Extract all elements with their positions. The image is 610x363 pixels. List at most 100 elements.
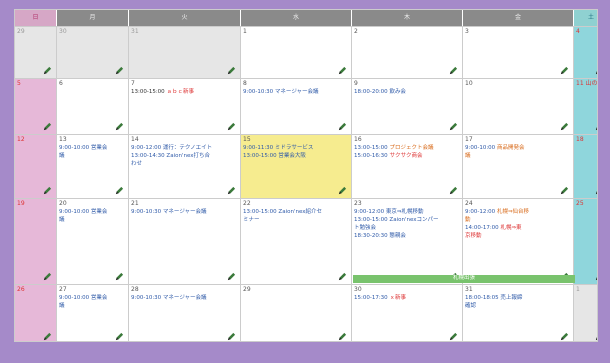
pencil-edit-icon[interactable]: [227, 332, 236, 341]
pencil-edit-icon[interactable]: [338, 122, 347, 131]
day-cell[interactable]: 29: [15, 27, 57, 78]
event-segment: 15:00-17:30: [354, 295, 390, 301]
event-text[interactable]: 13:00-15:00 ａｂｃ新事: [131, 88, 238, 96]
pencil-edit-icon[interactable]: [338, 332, 347, 341]
day-cell[interactable]: 17 9:00-10:00 商品開発会 議: [463, 135, 574, 198]
event-text[interactable]: 13:00-15:00 プロジェクト会議 15:00-16:30 サクサク商会: [354, 144, 460, 160]
pencil-edit-icon[interactable]: [560, 122, 569, 131]
day-cell[interactable]: 8 9:00-10:30 マネージャー会議: [241, 79, 352, 134]
day-cell[interactable]: 9 18:00-20:00 飲み会: [352, 79, 463, 134]
pencil-edit-icon[interactable]: [115, 332, 124, 341]
day-number: 15: [243, 136, 251, 143]
day-cell[interactable]: 31 18:00-18:05 売上報締 確認: [463, 285, 574, 341]
event-text[interactable]: 9:00-10:00 営業会 議: [59, 294, 126, 310]
pencil-edit-icon[interactable]: [338, 66, 347, 75]
event-text[interactable]: 9:00-10:00 営業会 議: [59, 208, 126, 224]
event-text[interactable]: 9:00-10:30 マネージャー会議: [131, 208, 238, 216]
day-cell[interactable]: 18: [574, 135, 598, 198]
day-cell[interactable]: 2: [352, 27, 463, 78]
pencil-edit-icon[interactable]: [227, 122, 236, 131]
day-cell[interactable]: 6: [57, 79, 129, 134]
day-cell[interactable]: 21 9:00-10:30 マネージャー会議: [129, 199, 241, 284]
multi-day-event-banner[interactable]: 札幌出張: [353, 275, 575, 283]
pencil-edit-icon[interactable]: [595, 186, 598, 195]
event-segment: 9:00-10:00: [465, 145, 497, 151]
event-segment: 13:00-15:00 Zaion'nex紹介セ ミナー: [243, 209, 322, 223]
day-number: 30: [59, 28, 67, 35]
pencil-edit-icon[interactable]: [449, 332, 458, 341]
day-cell[interactable]: 5: [15, 79, 57, 134]
event-text[interactable]: 15:00-17:30 ｘ新事: [354, 294, 460, 302]
day-cell[interactable]: 3: [463, 27, 574, 78]
pencil-edit-icon[interactable]: [227, 66, 236, 75]
day-cell[interactable]: 1: [574, 285, 598, 341]
event-text[interactable]: 18:00-18:05 売上報締 確認: [465, 294, 571, 310]
event-text[interactable]: 9:00-10:30 マネージャー会議: [131, 294, 238, 302]
pencil-edit-icon[interactable]: [338, 186, 347, 195]
day-cell[interactable]: 29: [241, 285, 352, 341]
pencil-edit-icon[interactable]: [560, 66, 569, 75]
event-text[interactable]: 18:00-20:00 飲み会: [354, 88, 460, 96]
day-cell[interactable]: 26: [15, 285, 57, 341]
event-text[interactable]: 9:00-12:00 運行：テクノエイト 13:00-14:30 Zaion'n…: [131, 144, 238, 168]
day-cell[interactable]: 30: [57, 27, 129, 78]
day-cell[interactable]: 27 9:00-10:00 営業会 議: [57, 285, 129, 341]
day-number: 6: [59, 80, 63, 87]
pencil-edit-icon[interactable]: [115, 272, 124, 281]
pencil-edit-icon[interactable]: [115, 122, 124, 131]
day-cell[interactable]: 13 9:00-10:00 営業会 議: [57, 135, 129, 198]
day-cell[interactable]: 12: [15, 135, 57, 198]
day-cell[interactable]: 31: [129, 27, 241, 78]
pencil-edit-icon[interactable]: [595, 332, 598, 341]
day-cell[interactable]: 14 9:00-12:00 運行：テクノエイト 13:00-14:30 Zaion…: [129, 135, 241, 198]
event-text[interactable]: 9:00-12:00 東京⇒札幌移動 13:00-15:00 Zaion'nex…: [354, 208, 460, 240]
event-segment: 9:00-12:00 運行：テクノエイト 13:00-14:30 Zaion'n…: [131, 145, 213, 167]
event-text[interactable]: 9:00-12:00 札幌⇒仙台移 動 14:00-17:00 札幌⇒東 京移動: [465, 208, 571, 240]
day-cell[interactable]: 24 9:00-12:00 札幌⇒仙台移 動 14:00-17:00 札幌⇒東 京…: [463, 199, 574, 284]
pencil-edit-icon[interactable]: [43, 272, 52, 281]
pencil-edit-icon[interactable]: [338, 272, 347, 281]
pencil-edit-icon[interactable]: [449, 186, 458, 195]
pencil-edit-icon[interactable]: [43, 186, 52, 195]
pencil-edit-icon[interactable]: [560, 186, 569, 195]
pencil-edit-icon[interactable]: [449, 66, 458, 75]
pencil-edit-icon[interactable]: [595, 122, 598, 131]
day-cell[interactable]: 15 9:00-11:30 ミドラサービス 13:00-15:00 営業会大阪: [241, 135, 352, 198]
pencil-edit-icon[interactable]: [43, 122, 52, 131]
day-cell[interactable]: 16 13:00-15:00 プロジェクト会議 15:00-16:30 サクサク商…: [352, 135, 463, 198]
pencil-edit-icon[interactable]: [595, 66, 598, 75]
event-text[interactable]: 9:00-10:30 マネージャー会議: [243, 88, 349, 96]
day-cell[interactable]: 11 山の日: [574, 79, 598, 134]
event-segment: サクサク商会: [389, 153, 423, 159]
pencil-edit-icon[interactable]: [560, 332, 569, 341]
day-number: 31: [131, 28, 139, 35]
event-text[interactable]: 13:00-15:00 Zaion'nex紹介セ ミナー: [243, 208, 349, 224]
pencil-edit-icon[interactable]: [43, 332, 52, 341]
pencil-edit-icon[interactable]: [227, 272, 236, 281]
pencil-edit-icon[interactable]: [595, 272, 598, 281]
day-cell[interactable]: 22 13:00-15:00 Zaion'nex紹介セ ミナー: [241, 199, 352, 284]
day-cell[interactable]: 10: [463, 79, 574, 134]
day-cell[interactable]: 28 9:00-10:30 マネージャー会議: [129, 285, 241, 341]
day-cell[interactable]: 25: [574, 199, 598, 284]
day-number: 31: [465, 286, 473, 293]
day-cell[interactable]: 19: [15, 199, 57, 284]
week-row: 29 30 31 1 2 3 4: [15, 26, 597, 78]
pencil-edit-icon[interactable]: [115, 186, 124, 195]
week-row: 12 13 9:00-10:00 営業会 議 14 9:00-12:00 運行：テクノエ…: [15, 134, 597, 198]
pencil-edit-icon[interactable]: [43, 66, 52, 75]
week-row: 26 27 9:00-10:00 営業会 議 28 9:00-10:30 マネージャー会…: [15, 284, 598, 341]
day-cell[interactable]: 7 13:00-15:00 ａｂｃ新事: [129, 79, 241, 134]
event-text[interactable]: 9:00-10:00 営業会 議: [59, 144, 126, 160]
event-segment: 14:00-17:00: [465, 225, 499, 231]
event-text[interactable]: 9:00-10:00 商品開発会 議: [465, 144, 571, 160]
day-cell[interactable]: 20 9:00-10:00 営業会 議: [57, 199, 129, 284]
pencil-edit-icon[interactable]: [115, 66, 124, 75]
pencil-edit-icon[interactable]: [227, 186, 236, 195]
day-cell[interactable]: 23 9:00-12:00 東京⇒札幌移動 13:00-15:00 Zaion'n…: [352, 199, 463, 284]
day-cell[interactable]: 4: [574, 27, 598, 78]
pencil-edit-icon[interactable]: [449, 122, 458, 131]
day-cell[interactable]: 30 15:00-17:30 ｘ新事: [352, 285, 463, 341]
day-cell[interactable]: 1: [241, 27, 352, 78]
event-text[interactable]: 9:00-11:30 ミドラサービス 13:00-15:00 営業会大阪: [243, 144, 349, 160]
